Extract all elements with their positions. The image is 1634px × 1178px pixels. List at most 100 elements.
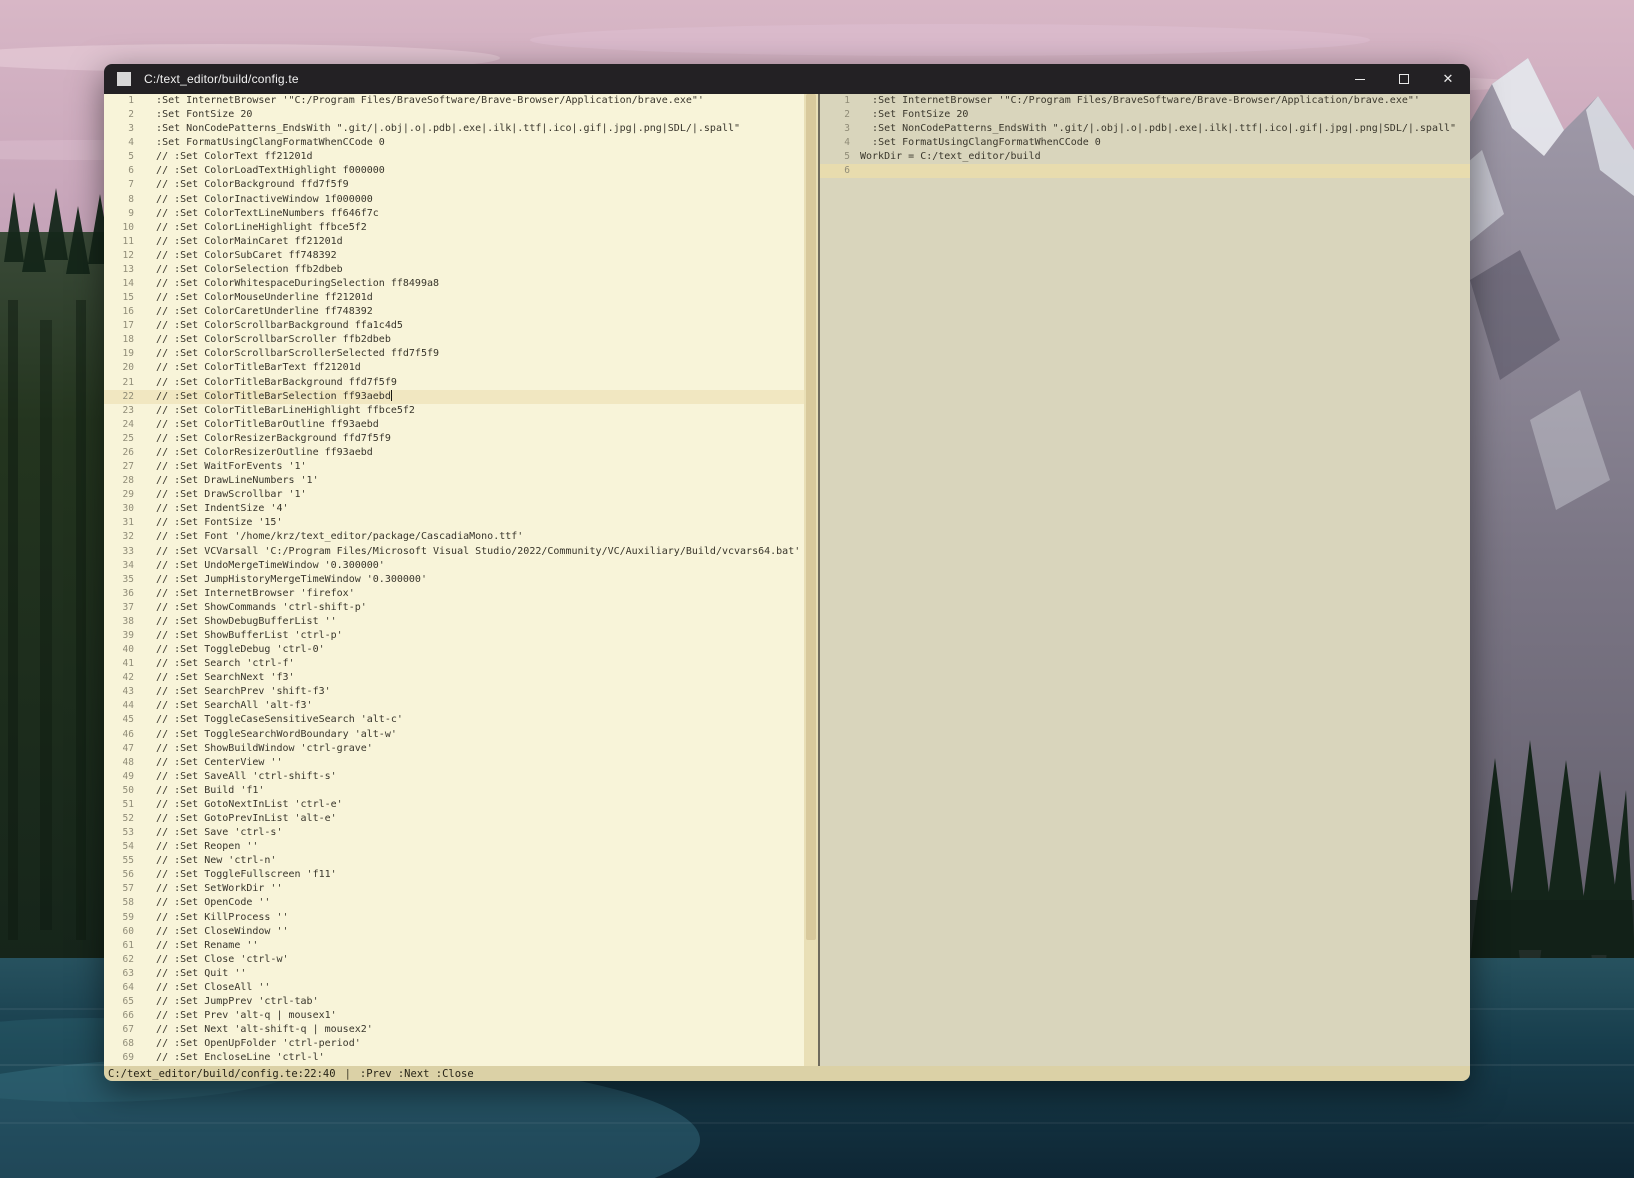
code-line[interactable]: 40 // :Set ToggleDebug 'ctrl-0' bbox=[104, 643, 804, 657]
code-line[interactable]: 1 :Set InternetBrowser '"C:/Program File… bbox=[104, 94, 804, 108]
window-titlebar[interactable]: C:/text_editor/build/config.te ✕ bbox=[104, 64, 1470, 94]
code-line[interactable]: 68 // :Set OpenUpFolder 'ctrl-period' bbox=[104, 1037, 804, 1051]
build-pane-right[interactable]: 1 :Set InternetBrowser '"C:/Program File… bbox=[820, 94, 1470, 1066]
code-line[interactable]: 19 // :Set ColorScrollbarScrollerSelecte… bbox=[104, 347, 804, 361]
code-line[interactable]: 45 // :Set ToggleCaseSensitiveSearch 'al… bbox=[104, 713, 804, 727]
code-line[interactable]: 29 // :Set DrawScrollbar '1' bbox=[104, 488, 804, 502]
line-text: // :Set GotoPrevInList 'alt-e' bbox=[144, 813, 337, 824]
code-line[interactable]: 65 // :Set JumpPrev 'ctrl-tab' bbox=[104, 995, 804, 1009]
code-line[interactable]: 23 // :Set ColorTitleBarLineHighlight ff… bbox=[104, 404, 804, 418]
code-line[interactable]: 49 // :Set SaveAll 'ctrl-shift-s' bbox=[104, 770, 804, 784]
line-text: // :Set SearchNext 'f3' bbox=[144, 672, 295, 683]
code-line[interactable]: 28 // :Set DrawLineNumbers '1' bbox=[104, 474, 804, 488]
code-line[interactable]: 10 // :Set ColorLineHighlight ffbce5f2 bbox=[104, 221, 804, 235]
code-line[interactable]: 44 // :Set SearchAll 'alt-f3' bbox=[104, 699, 804, 713]
code-line[interactable]: 57 // :Set SetWorkDir '' bbox=[104, 882, 804, 896]
close-button[interactable]: ✕ bbox=[1426, 64, 1470, 94]
code-line[interactable]: 54 // :Set Reopen '' bbox=[104, 840, 804, 854]
status-bar: C:/text_editor/build/config.te:22:40 | :… bbox=[104, 1066, 1470, 1081]
status-commands[interactable]: :Prev :Next :Close bbox=[360, 1068, 474, 1080]
code-line[interactable]: 12 // :Set ColorSubCaret ff748392 bbox=[104, 249, 804, 263]
code-line[interactable]: 66 // :Set Prev 'alt-q | mousex1' bbox=[104, 1009, 804, 1023]
code-line[interactable]: 35 // :Set JumpHistoryMergeTimeWindow '0… bbox=[104, 573, 804, 587]
code-line[interactable]: 59 // :Set KillProcess '' bbox=[104, 911, 804, 925]
code-line[interactable]: 21 // :Set ColorTitleBarBackground ffd7f… bbox=[104, 376, 804, 390]
code-line[interactable]: 43 // :Set SearchPrev 'shift-f3' bbox=[104, 685, 804, 699]
code-line[interactable]: 39 // :Set ShowBufferList 'ctrl-p' bbox=[104, 629, 804, 643]
code-line[interactable]: 33 // :Set VCVarsall 'C:/Program Files/M… bbox=[104, 545, 804, 559]
code-line[interactable]: 34 // :Set UndoMergeTimeWindow '0.300000… bbox=[104, 559, 804, 573]
line-text: // :Set Save 'ctrl-s' bbox=[144, 827, 282, 838]
line-number: 6 bbox=[104, 164, 134, 178]
code-line[interactable]: 50 // :Set Build 'f1' bbox=[104, 784, 804, 798]
line-text-wrap: // :Set ColorTitleBarText ff21201d bbox=[134, 361, 361, 375]
code-line[interactable]: 25 // :Set ColorResizerBackground ffd7f5… bbox=[104, 432, 804, 446]
code-line[interactable]: 47 // :Set ShowBuildWindow 'ctrl-grave' bbox=[104, 742, 804, 756]
editor-window: C:/text_editor/build/config.te ✕ 1 :Set … bbox=[104, 64, 1470, 1081]
line-text-wrap: // :Set IndentSize '4' bbox=[134, 502, 289, 516]
code-line[interactable]: 18 // :Set ColorScrollbarScroller ffb2db… bbox=[104, 333, 804, 347]
code-line[interactable]: 2 :Set FontSize 20 bbox=[820, 108, 1470, 122]
code-line[interactable]: 24 // :Set ColorTitleBarOutline ff93aebd bbox=[104, 418, 804, 432]
scrollbar-thumb[interactable] bbox=[806, 94, 816, 940]
maximize-button[interactable] bbox=[1382, 64, 1426, 94]
code-line[interactable]: 32 // :Set Font '/home/krz/text_editor/p… bbox=[104, 530, 804, 544]
code-line[interactable]: 7 // :Set ColorBackground ffd7f5f9 bbox=[104, 178, 804, 192]
code-line[interactable]: 48 // :Set CenterView '' bbox=[104, 756, 804, 770]
code-line[interactable]: 8 // :Set ColorInactiveWindow 1f000000 bbox=[104, 193, 804, 207]
code-line[interactable]: 53 // :Set Save 'ctrl-s' bbox=[104, 826, 804, 840]
code-line[interactable]: 37 // :Set ShowCommands 'ctrl-shift-p' bbox=[104, 601, 804, 615]
code-line[interactable]: 17 // :Set ColorScrollbarBackground ffa1… bbox=[104, 319, 804, 333]
code-line[interactable]: 61 // :Set Rename '' bbox=[104, 939, 804, 953]
code-line[interactable]: 26 // :Set ColorResizerOutline ff93aebd bbox=[104, 446, 804, 460]
code-line[interactable]: 4 :Set FormatUsingClangFormatWhenCCode 0 bbox=[104, 136, 804, 150]
code-line[interactable]: 3 :Set NonCodePatterns_EndsWith ".git/|.… bbox=[104, 122, 804, 136]
code-line[interactable]: 56 // :Set ToggleFullscreen 'f11' bbox=[104, 868, 804, 882]
code-line[interactable]: 5 // :Set ColorText ff21201d bbox=[104, 150, 804, 164]
code-line[interactable]: 1 :Set InternetBrowser '"C:/Program File… bbox=[820, 94, 1470, 108]
code-line[interactable]: 22 // :Set ColorTitleBarSelection ff93ae… bbox=[104, 390, 804, 404]
minimize-button[interactable] bbox=[1338, 64, 1382, 94]
line-text: // :Set ColorTextLineNumbers ff646f7c bbox=[144, 208, 379, 219]
code-line[interactable]: 4 :Set FormatUsingClangFormatWhenCCode 0 bbox=[820, 136, 1470, 150]
line-text-wrap: :Set NonCodePatterns_EndsWith ".git/|.ob… bbox=[850, 122, 1456, 136]
code-line[interactable]: 51 // :Set GotoNextInList 'ctrl-e' bbox=[104, 798, 804, 812]
code-line[interactable]: 20 // :Set ColorTitleBarText ff21201d bbox=[104, 361, 804, 375]
code-line[interactable]: 13 // :Set ColorSelection ffb2dbeb bbox=[104, 263, 804, 277]
code-line[interactable]: 31 // :Set FontSize '15' bbox=[104, 516, 804, 530]
code-line[interactable]: 11 // :Set ColorMainCaret ff21201d bbox=[104, 235, 804, 249]
line-number: 27 bbox=[104, 460, 134, 474]
code-line[interactable]: 6 // :Set ColorLoadTextHighlight f000000 bbox=[104, 164, 804, 178]
code-line[interactable]: 64 // :Set CloseAll '' bbox=[104, 981, 804, 995]
code-line[interactable]: 41 // :Set Search 'ctrl-f' bbox=[104, 657, 804, 671]
left-pane-lines: 1 :Set InternetBrowser '"C:/Program File… bbox=[104, 94, 804, 1065]
code-line[interactable]: 15 // :Set ColorMouseUnderline ff21201d bbox=[104, 291, 804, 305]
code-line[interactable]: 9 // :Set ColorTextLineNumbers ff646f7c bbox=[104, 207, 804, 221]
code-line[interactable]: 27 // :Set WaitForEvents '1' bbox=[104, 460, 804, 474]
code-line[interactable]: 67 // :Set Next 'alt-shift-q | mousex2' bbox=[104, 1023, 804, 1037]
code-line[interactable]: 36 // :Set InternetBrowser 'firefox' bbox=[104, 587, 804, 601]
editor-pane-left[interactable]: 1 :Set InternetBrowser '"C:/Program File… bbox=[104, 94, 804, 1066]
code-line[interactable]: 6 bbox=[820, 164, 1470, 178]
code-line[interactable]: 2 :Set FontSize 20 bbox=[104, 108, 804, 122]
code-line[interactable]: 42 // :Set SearchNext 'f3' bbox=[104, 671, 804, 685]
code-line[interactable]: 14 // :Set ColorWhitespaceDuringSelectio… bbox=[104, 277, 804, 291]
line-text-wrap: // :Set SetWorkDir '' bbox=[134, 882, 282, 896]
code-line[interactable]: 52 // :Set GotoPrevInList 'alt-e' bbox=[104, 812, 804, 826]
code-line[interactable]: 46 // :Set ToggleSearchWordBoundary 'alt… bbox=[104, 728, 804, 742]
code-line[interactable]: 63 // :Set Quit '' bbox=[104, 967, 804, 981]
code-line[interactable]: 69 // :Set EncloseLine 'ctrl-l' bbox=[104, 1051, 804, 1065]
line-text-wrap: // :Set ToggleFullscreen 'f11' bbox=[134, 868, 337, 882]
line-text-wrap: // :Set Prev 'alt-q | mousex1' bbox=[134, 1009, 337, 1023]
code-line[interactable]: 55 // :Set New 'ctrl-n' bbox=[104, 854, 804, 868]
code-line[interactable]: 16 // :Set ColorCaretUnderline ff748392 bbox=[104, 305, 804, 319]
code-line[interactable]: 5 WorkDir = C:/text_editor/build bbox=[820, 150, 1470, 164]
code-line[interactable]: 38 // :Set ShowDebugBufferList '' bbox=[104, 615, 804, 629]
code-line[interactable]: 58 // :Set OpenCode '' bbox=[104, 896, 804, 910]
code-line[interactable]: 62 // :Set Close 'ctrl-w' bbox=[104, 953, 804, 967]
line-text-wrap: // :Set ColorText ff21201d bbox=[134, 150, 313, 164]
code-line[interactable]: 30 // :Set IndentSize '4' bbox=[104, 502, 804, 516]
left-pane-scrollbar[interactable] bbox=[804, 94, 818, 1066]
code-line[interactable]: 3 :Set NonCodePatterns_EndsWith ".git/|.… bbox=[820, 122, 1470, 136]
code-line[interactable]: 60 // :Set CloseWindow '' bbox=[104, 925, 804, 939]
